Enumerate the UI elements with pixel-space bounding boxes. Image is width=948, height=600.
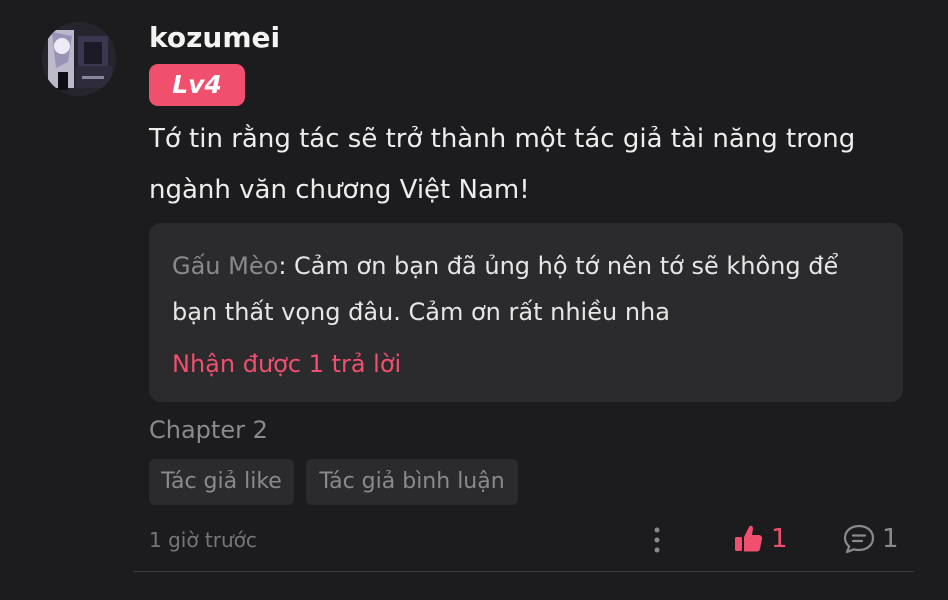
like-count: 1 xyxy=(771,524,788,554)
level-badge: Lv4 xyxy=(149,64,245,106)
chat-bubble-icon xyxy=(843,524,875,554)
timestamp: 1 giờ trước xyxy=(149,528,257,552)
reply-preview[interactable]: Gấu Mèo: Cảm ơn bạn đã ủng hộ tớ nên tớ … xyxy=(149,223,903,402)
avatar[interactable] xyxy=(42,22,116,96)
username[interactable]: kozumei xyxy=(149,18,280,58)
like-button[interactable]: 1 xyxy=(733,520,797,558)
more-vertical-icon xyxy=(654,527,660,553)
tag-author-like: Tác giả like xyxy=(149,459,294,505)
divider xyxy=(133,571,914,572)
reply-text-line: Gấu Mèo: Cảm ơn bạn đã ủng hộ tớ nên tớ … xyxy=(172,243,872,335)
reply-count-link[interactable]: Nhận được 1 trả lời xyxy=(172,347,401,381)
tag-author-comment: Tác giả bình luận xyxy=(306,459,518,505)
comment-item: kozumei Lv4 Tớ tin rằng tác sẽ trở thành… xyxy=(0,0,948,600)
reply-author[interactable]: Gấu Mèo xyxy=(172,252,278,280)
thumbs-up-icon xyxy=(735,525,763,552)
reply-count: 1 xyxy=(882,524,899,554)
chapter-label[interactable]: Chapter 2 xyxy=(149,413,268,447)
more-button[interactable] xyxy=(643,522,671,558)
reply-button[interactable]: 1 xyxy=(842,520,906,558)
comment-text: Tớ tin rằng tác sẽ trở thành một tác giả… xyxy=(149,124,856,205)
